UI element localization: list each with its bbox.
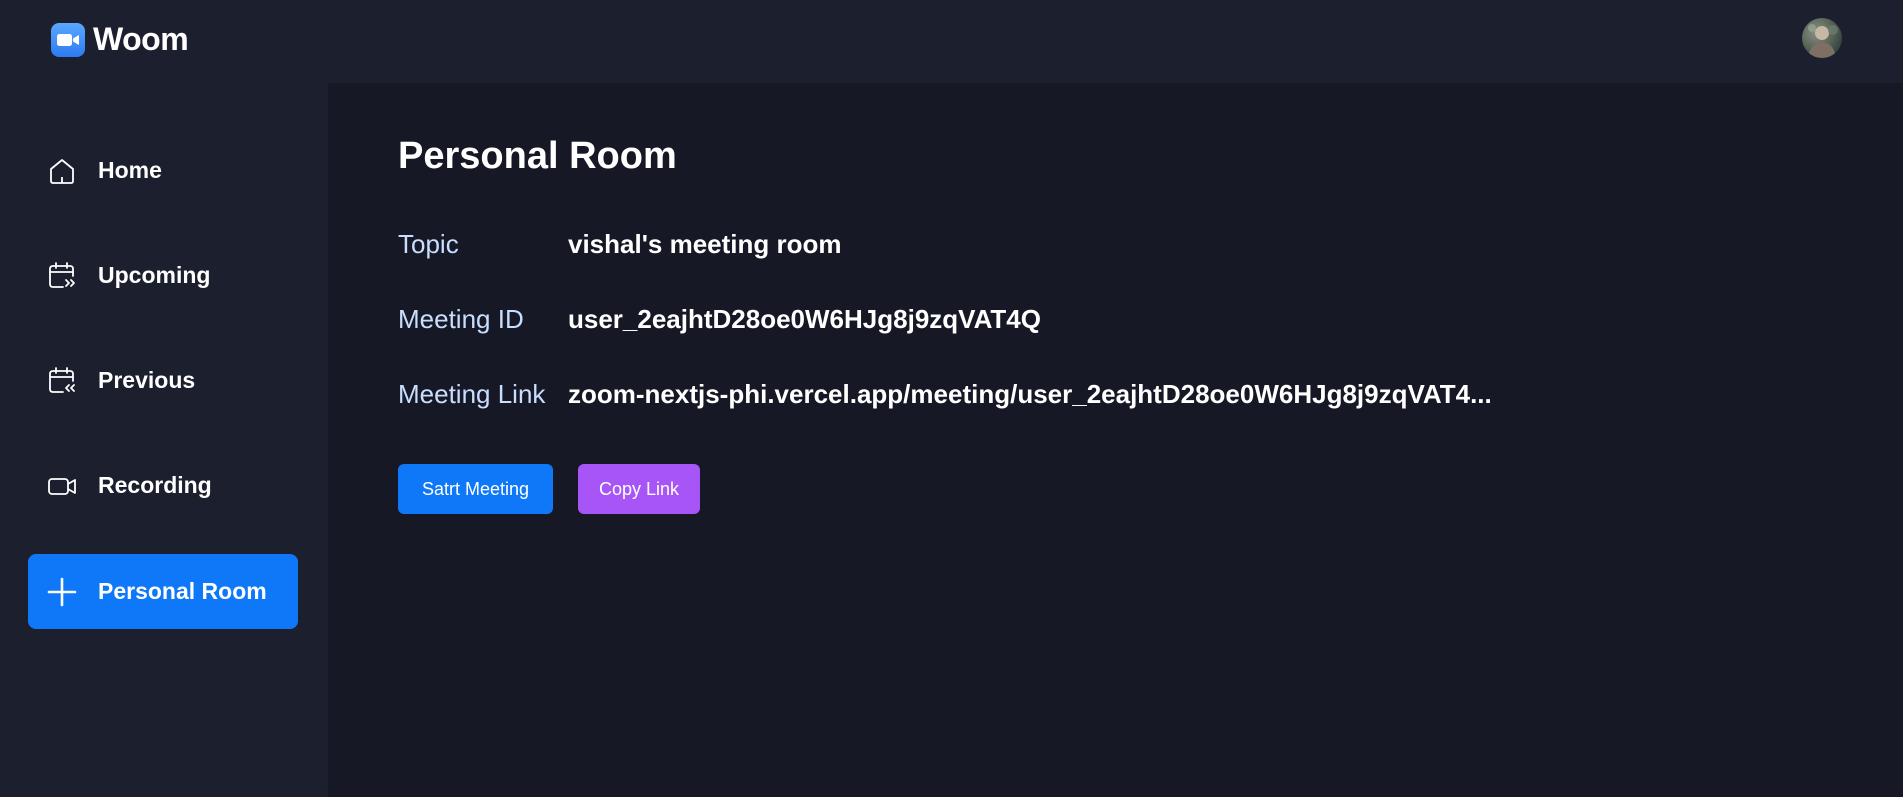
sidebar-item-personal-room[interactable]: Personal Room bbox=[28, 554, 298, 629]
calendar-previous-icon bbox=[46, 365, 78, 397]
detail-row-meeting-id: Meeting ID user_2eajhtD28oe0W6HJg8j9zqVA… bbox=[398, 304, 1041, 335]
home-icon bbox=[46, 155, 78, 187]
start-meeting-button[interactable]: Satrt Meeting bbox=[398, 464, 553, 514]
page-title: Personal Room bbox=[398, 135, 677, 177]
video-camera-icon bbox=[51, 22, 85, 57]
sidebar-item-home[interactable]: Home bbox=[28, 133, 298, 208]
detail-value: vishal's meeting room bbox=[568, 229, 842, 259]
main-content: Personal Room Topic vishal's meeting roo… bbox=[328, 83, 1903, 797]
logo[interactable]: Woom bbox=[51, 21, 189, 58]
sidebar-item-upcoming[interactable]: Upcoming bbox=[28, 238, 298, 313]
calendar-upcoming-icon bbox=[46, 260, 78, 292]
sidebar-item-label: Previous bbox=[98, 367, 196, 393]
sidebar-item-label: Home bbox=[98, 157, 162, 183]
sidebar-item-label: Recording bbox=[98, 472, 212, 498]
sidebar-item-recording[interactable]: Recording bbox=[28, 448, 298, 523]
sidebar-item-previous[interactable]: Previous bbox=[28, 343, 298, 418]
copy-link-button[interactable]: Copy Link bbox=[578, 464, 700, 514]
detail-row-meeting-link: Meeting Link zoom-nextjs-phi.vercel.app/… bbox=[398, 379, 1492, 410]
user-avatar[interactable] bbox=[1802, 18, 1842, 58]
sidebar-item-label: Upcoming bbox=[98, 262, 211, 288]
sidebar-item-label: Personal Room bbox=[98, 578, 267, 604]
plus-icon bbox=[46, 576, 78, 608]
detail-value: zoom-nextjs-phi.vercel.app/meeting/user_… bbox=[568, 379, 1492, 409]
detail-label: Meeting ID bbox=[398, 304, 524, 334]
detail-value: user_2eajhtD28oe0W6HJg8j9zqVAT4Q bbox=[568, 304, 1041, 334]
sidebar: Home Upcoming Previous Recording Persona… bbox=[0, 83, 328, 797]
video-icon bbox=[46, 470, 78, 502]
top-navbar: Woom bbox=[0, 0, 1903, 83]
detail-label: Topic bbox=[398, 229, 459, 259]
app-name: Woom bbox=[93, 21, 189, 57]
detail-label: Meeting Link bbox=[398, 379, 546, 409]
detail-row-topic: Topic vishal's meeting room bbox=[398, 229, 841, 260]
